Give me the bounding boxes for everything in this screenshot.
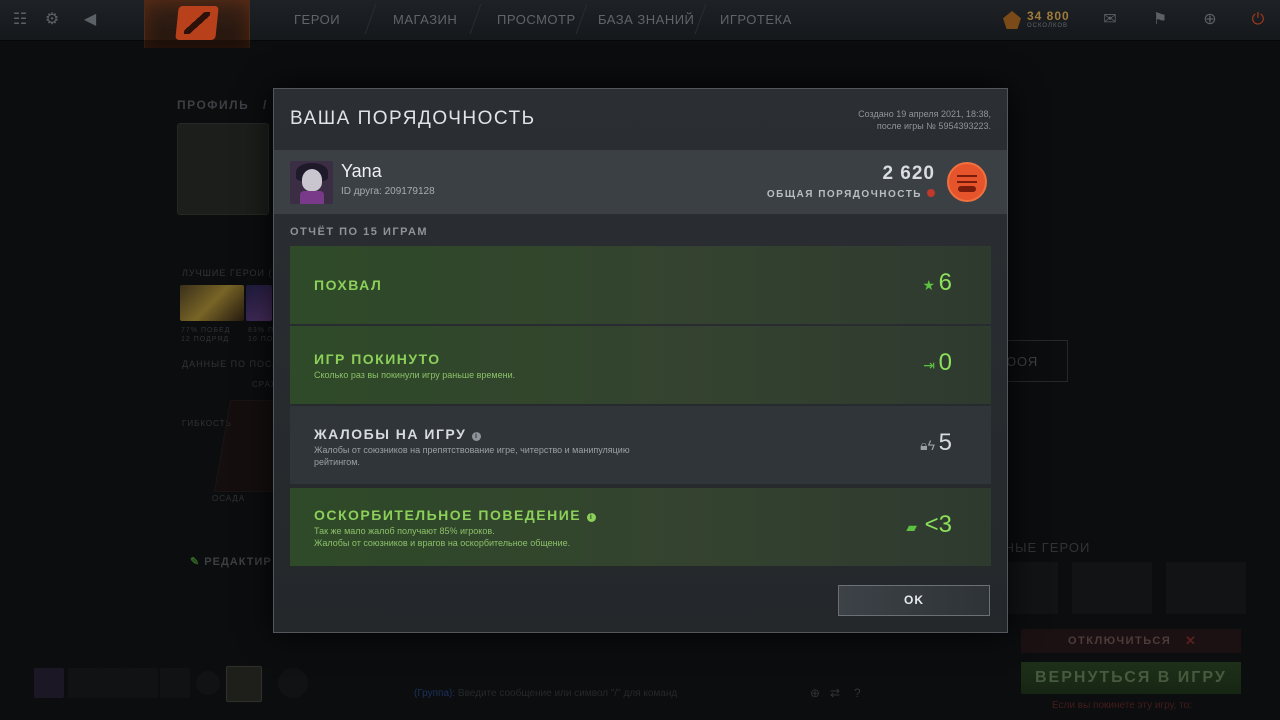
conduct-summary-modal: ВАША ПОРЯДОЧНОСТЬ Создано 19 апреля 2021… bbox=[273, 88, 1008, 633]
commends-value: 6 bbox=[938, 269, 952, 296]
armory-icon[interactable]: ⚑ bbox=[1150, 10, 1170, 30]
ok-button[interactable]: OK bbox=[838, 585, 990, 616]
abandons-row: ИГР ПОКИНУТО Сколько раз вы покинули игр… bbox=[290, 326, 991, 404]
game-reports-title-text: ЖАЛОБЫ НА ИГРУ bbox=[314, 426, 467, 442]
friend-id: ID друга: 209179128 bbox=[341, 186, 435, 197]
abusive-behavior-value: <3 bbox=[924, 511, 952, 538]
abusive-behavior-title-text: ОСКОРБИТЕЛЬНОЕ ПОВЕДЕНИЕ bbox=[314, 507, 582, 523]
modal-title: ВАША ПОРЯДОЧНОСТЬ bbox=[290, 108, 536, 129]
gear-icon[interactable]: ⚙ bbox=[42, 10, 62, 30]
created-info: Создано 19 апреля 2021, 18:38, после игр… bbox=[858, 108, 991, 132]
created-match: после игры № 5954393223. bbox=[876, 121, 991, 131]
report-label: ОТЧЁТ ПО 15 ИГРАМ bbox=[290, 226, 429, 238]
info-icon[interactable] bbox=[927, 189, 935, 197]
commends-row: ПОХВАЛ ★ 6 bbox=[290, 246, 991, 324]
plus-icon[interactable]: ⊕ bbox=[1200, 10, 1220, 30]
back-arrow-icon[interactable]: ◀ bbox=[80, 10, 100, 30]
abandons-value: 0 bbox=[938, 349, 952, 376]
abusive-behavior-desc: Так же мало жалоб получают 85% игроков. … bbox=[314, 526, 571, 548]
conduct-score: 2 620 bbox=[882, 163, 935, 184]
info-icon[interactable]: i bbox=[587, 513, 597, 522]
game-reports-desc: Жалобы от союзников на препятствование и… bbox=[314, 445, 630, 467]
abandons-title: ИГР ПОКИНУТО bbox=[314, 351, 441, 367]
conduct-score-label-text: ОБЩАЯ ПОРЯДОЧНОСТЬ bbox=[766, 189, 922, 200]
exit-door-icon: ⇥ bbox=[923, 357, 935, 373]
abandons-desc: Сколько раз вы покинули игру раньше врем… bbox=[314, 370, 516, 380]
game-reports-value: 5 bbox=[938, 429, 952, 456]
commends-title: ПОХВАЛ bbox=[314, 277, 383, 293]
nav-learn[interactable]: БАЗА ЗНАНИЙ bbox=[598, 12, 694, 27]
shards-value: 34 800 bbox=[1027, 9, 1070, 23]
nav-arcade[interactable]: ИГРОТЕКА bbox=[720, 12, 792, 27]
abusive-behavior-row: ОСКОРБИТЕЛЬНОЕ ПОВЕДЕНИЕ i Так же мало жа… bbox=[290, 488, 991, 566]
game-reports-title: ЖАЛОБЫ НА ИГРУ i bbox=[314, 426, 482, 442]
created-date: Создано 19 апреля 2021, 18:38, bbox=[858, 109, 991, 119]
nav-watch[interactable]: ПРОСМОТР bbox=[497, 12, 576, 27]
user-name: Yana bbox=[341, 161, 382, 181]
game-reports-row: ЖАЛОБЫ НА ИГРУ i Жалобы от союзников на п… bbox=[290, 406, 991, 484]
star-icon: ★ bbox=[922, 277, 935, 293]
menu-grid-icon[interactable]: ☷ bbox=[10, 10, 30, 30]
info-icon[interactable]: i bbox=[472, 432, 482, 441]
angry-face-icon bbox=[947, 162, 987, 202]
chat-bubble-icon: ▰ bbox=[906, 519, 917, 535]
shards-label: ОСКОЛКОВ bbox=[1027, 23, 1069, 29]
shard-icon bbox=[1003, 11, 1021, 29]
nav-store[interactable]: МАГАЗИН bbox=[393, 12, 457, 27]
conduct-score-label: ОБЩАЯ ПОРЯДОЧНОСТЬ bbox=[767, 189, 935, 200]
user-avatar bbox=[290, 161, 333, 204]
abusive-behavior-title: ОСКОРБИТЕЛЬНОЕ ПОВЕДЕНИЕ i bbox=[314, 507, 597, 523]
power-icon[interactable]: ⏻ bbox=[1248, 10, 1268, 30]
lock-bolt-icon: 🔒︎ϟ bbox=[920, 437, 935, 453]
nav-heroes[interactable]: ГЕРОИ bbox=[294, 12, 340, 27]
top-bar: ☷ ⚙ ◀ ГЕРОИ МАГАЗИН ПРОСМОТР БАЗА ЗНАНИЙ… bbox=[0, 0, 1280, 48]
dota-logo-icon bbox=[175, 6, 219, 40]
mail-icon[interactable]: ✉ bbox=[1100, 10, 1120, 30]
user-band: Yana ID друга: 209179128 2 620 ОБЩАЯ ПОР… bbox=[274, 150, 1007, 214]
shards-counter[interactable]: 34 800 ОСКОЛКОВ bbox=[1003, 7, 1083, 33]
